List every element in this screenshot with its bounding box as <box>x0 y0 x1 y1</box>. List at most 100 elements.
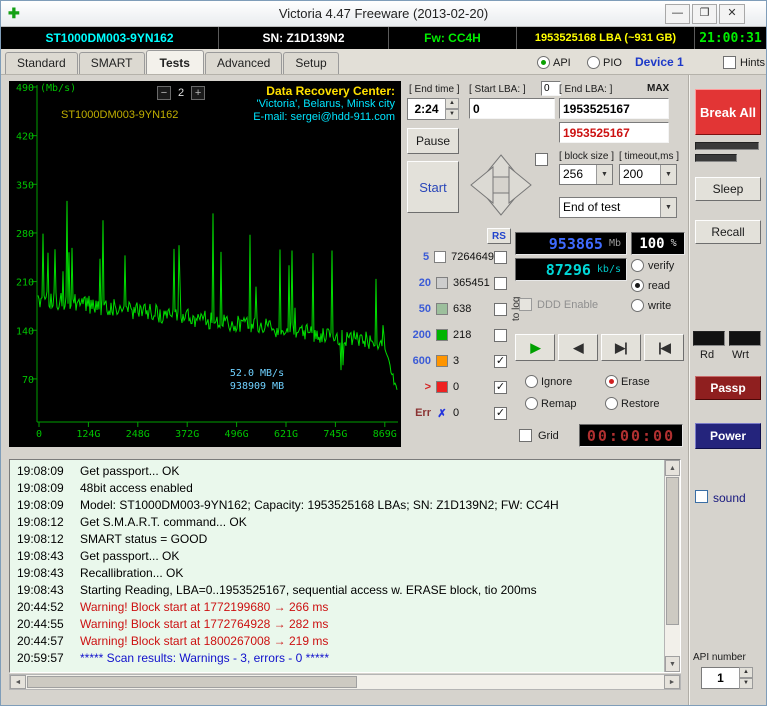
ddd-enable-checkbox[interactable] <box>519 298 532 311</box>
tab-smart[interactable]: SMART <box>78 52 145 74</box>
log-line: 19:08:09 Get passport... OK <box>10 463 663 480</box>
log-line: 19:08:09 Model: ST1000DM003-9YN162; Capac… <box>10 497 663 514</box>
spin-up-icon[interactable]: ▲ <box>445 98 459 109</box>
spin-down-icon[interactable]: ▼ <box>445 109 459 120</box>
log-text: Model: ST1000DM003-9YN162; Capacity: 195… <box>80 498 559 512</box>
tab-setup[interactable]: Setup <box>283 52 339 74</box>
scroll-thumb[interactable] <box>27 676 357 688</box>
recall-button[interactable]: Recall <box>695 220 761 244</box>
mb-value: 953865 <box>548 234 603 253</box>
to-log-checkbox[interactable]: ✓ <box>494 380 507 394</box>
write-radio[interactable] <box>631 299 644 312</box>
restore-radio[interactable] <box>605 397 618 410</box>
pad-left-arrow[interactable] <box>470 165 494 205</box>
log-text: Starting Reading, LBA=0..1953525167, seq… <box>80 583 537 597</box>
start-button[interactable]: Start <box>407 161 459 213</box>
end-time-spinner[interactable]: 2:24 ▲ ▼ <box>407 98 459 120</box>
zoom-in-button[interactable]: + <box>191 86 206 100</box>
api-number-spinner[interactable]: 1 ▲ ▼ <box>701 667 753 689</box>
to-log-checkbox[interactable] <box>494 250 507 264</box>
tab-advanced[interactable]: Advanced <box>204 52 283 74</box>
latency-color-swatch <box>434 251 447 263</box>
end-of-test-select[interactable]: End of test ▼ <box>559 197 677 218</box>
step-back-button[interactable]: ◀ <box>558 334 598 361</box>
log-horizontal-scrollbar[interactable]: ◄ ► <box>9 674 681 690</box>
read-radio[interactable] <box>631 279 644 292</box>
log-vertical-scrollbar[interactable]: ▲ ▼ <box>664 460 680 672</box>
max-label[interactable]: MAX <box>647 83 669 94</box>
dropdown-icon[interactable]: ▼ <box>660 198 676 217</box>
dropdown-icon[interactable]: ▼ <box>660 165 676 184</box>
pause-button[interactable]: Pause <box>407 128 459 154</box>
scroll-down-icon[interactable]: ▼ <box>665 656 680 672</box>
tab-tests[interactable]: Tests <box>145 50 204 74</box>
minimize-button[interactable]: — <box>665 4 690 24</box>
svg-text:210: 210 <box>16 278 34 289</box>
pio-radio[interactable] <box>587 56 600 69</box>
maximize-button[interactable]: ❐ <box>692 4 717 24</box>
api-number-label: API number <box>693 652 746 663</box>
to-log-checkbox[interactable] <box>494 276 507 290</box>
dropdown-icon[interactable]: ▼ <box>596 165 612 184</box>
remap-radio[interactable] <box>525 397 538 410</box>
log-time: 20:44:55 <box>17 617 64 631</box>
pad-right-arrow[interactable] <box>508 165 532 205</box>
log-line: 19:08:43 Starting Reading, LBA=0..1953525… <box>10 582 663 599</box>
grid-checkbox[interactable] <box>519 429 532 442</box>
start-lba-mini-field[interactable]: 0 <box>541 81 561 96</box>
passport-button[interactable]: Passp <box>695 376 761 400</box>
spin-buttons: ▲ ▼ <box>739 667 753 689</box>
skip-back-button[interactable]: |◀ <box>644 334 684 361</box>
spin-down-icon[interactable]: ▼ <box>739 678 753 689</box>
erase-radio[interactable] <box>605 375 618 388</box>
to-log-checkbox[interactable] <box>494 328 507 342</box>
log-text: Get passport... OK <box>80 464 180 478</box>
to-log-checkbox[interactable] <box>494 302 507 316</box>
spin-up-icon[interactable]: ▲ <box>739 667 753 678</box>
to-log-checkbox[interactable]: ✓ <box>494 406 507 420</box>
log-line: 20:59:57 ***** Scan results: Warnings - 3… <box>10 650 663 667</box>
skip-forward-button[interactable]: ▶| <box>601 334 641 361</box>
tab-standard[interactable]: Standard <box>5 52 78 74</box>
pad-checkbox[interactable] <box>535 153 548 166</box>
rs-button[interactable]: RS <box>487 228 511 244</box>
play-button[interactable]: ▶ <box>515 334 555 361</box>
api-radio[interactable] <box>537 56 550 69</box>
verify-radio[interactable] <box>631 259 644 272</box>
drive-model: ST1000DM003-9YN162 <box>1 27 219 49</box>
banner-city: 'Victoria', Belarus, Minsk city <box>256 98 395 110</box>
api-number-value[interactable]: 1 <box>701 667 739 689</box>
svg-text:420: 420 <box>16 132 34 143</box>
log-lines: 19:08:09 Get passport... OK 19:08:09 48bit … <box>10 463 663 667</box>
timeout-select[interactable]: 200 ▼ <box>619 164 677 185</box>
latency-count: 7264649 <box>451 251 494 263</box>
svg-text:140: 140 <box>16 326 34 337</box>
block-size-select[interactable]: 256 ▼ <box>559 164 613 185</box>
scroll-right-icon[interactable]: ► <box>664 675 680 689</box>
latency-row: 50 638 <box>405 296 507 322</box>
ignore-radio[interactable] <box>525 375 538 388</box>
zoom-out-button[interactable]: − <box>157 86 171 100</box>
hints-checkbox[interactable] <box>723 56 736 69</box>
banner-title: Data Recovery Center: <box>266 84 395 98</box>
percent-value: 100 <box>639 235 665 252</box>
break-all-button[interactable]: Break All <box>695 89 761 135</box>
close-button[interactable]: ✕ <box>719 4 745 24</box>
latency-color-swatch <box>436 303 448 315</box>
to-log-checkbox[interactable]: ✓ <box>494 354 507 368</box>
log-panel: 19:08:09 Get passport... OK 19:08:09 48bit … <box>9 459 681 673</box>
power-button[interactable]: Power <box>695 423 761 449</box>
navigation-pad[interactable] <box>465 149 537 221</box>
end-time-value[interactable]: 2:24 <box>407 98 445 120</box>
tabs: Standard SMART Tests Advanced Setup <box>5 50 340 74</box>
sleep-button[interactable]: Sleep <box>695 177 761 201</box>
titlebar[interactable]: ✚ Victoria 4.47 Freeware (2013-02-20) — … <box>1 1 766 27</box>
sound-checkbox[interactable] <box>695 490 708 503</box>
scroll-thumb[interactable] <box>666 477 679 625</box>
start-lba-field[interactable]: 0 <box>469 98 555 119</box>
scroll-up-icon[interactable]: ▲ <box>665 460 680 476</box>
end-lba-field[interactable]: 1953525167 <box>559 98 669 119</box>
log-line: 19:08:09 48bit access enabled <box>10 480 663 497</box>
scroll-left-icon[interactable]: ◄ <box>10 675 26 689</box>
drive-serial: SN: Z1D139N2 <box>219 27 389 49</box>
